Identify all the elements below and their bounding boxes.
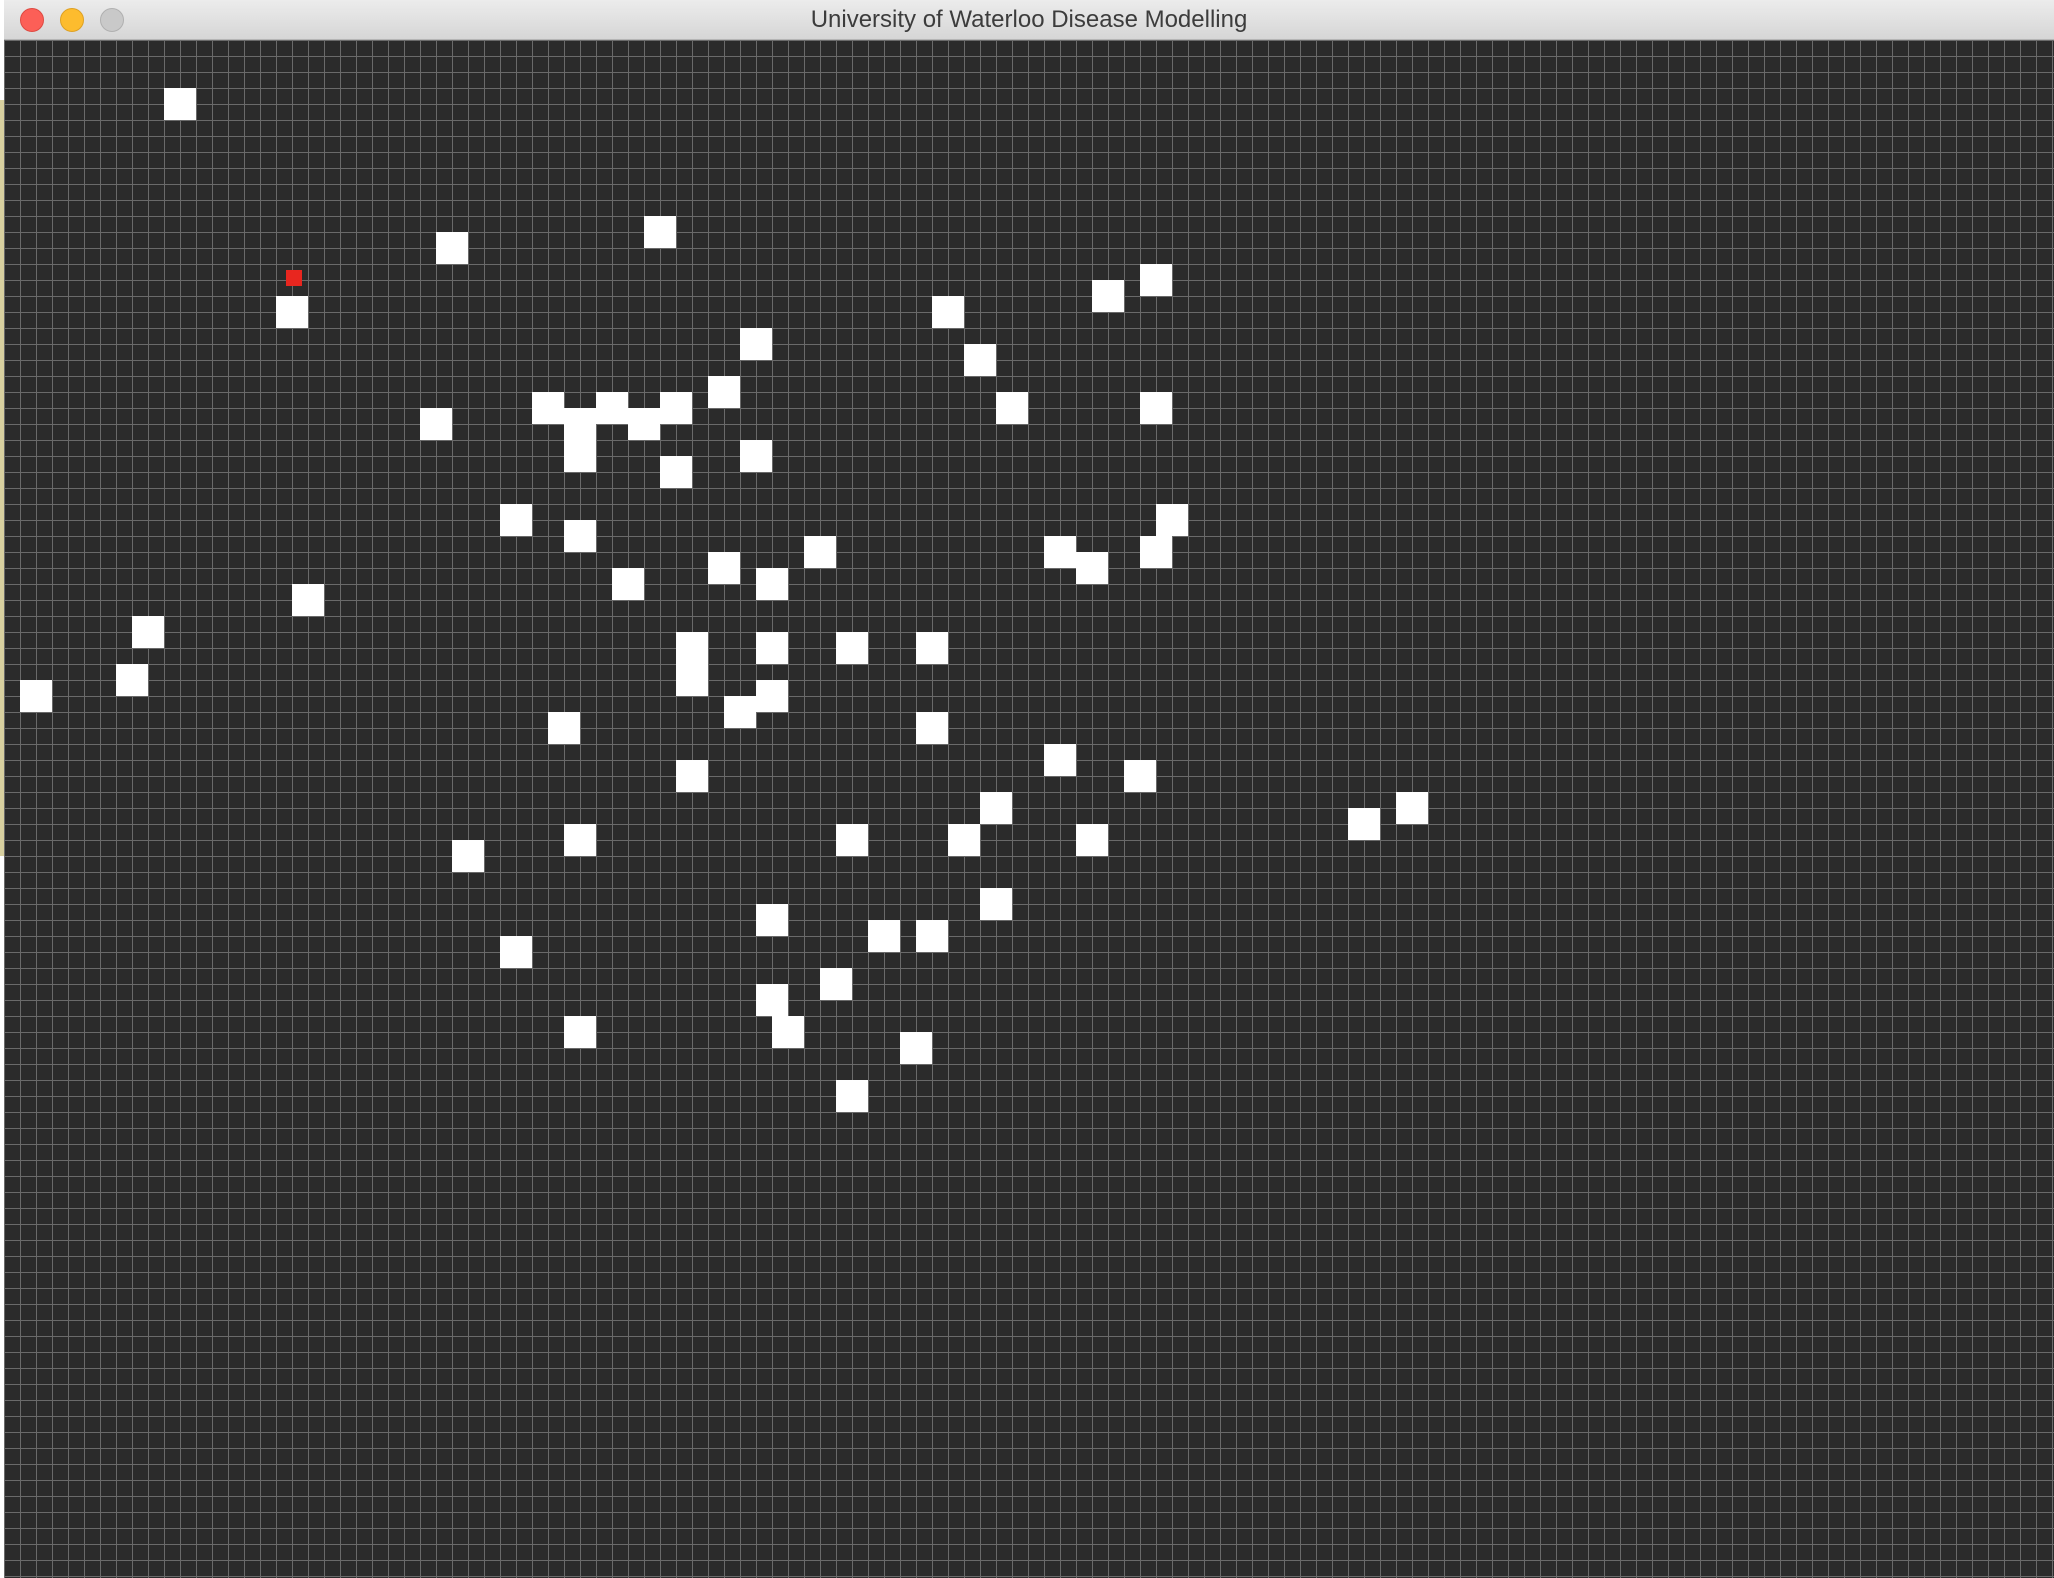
healthy-agent-cell <box>916 712 948 744</box>
healthy-agent-cell <box>660 392 692 424</box>
healthy-agent-cell <box>980 792 1012 824</box>
healthy-agent-cell <box>1124 760 1156 792</box>
healthy-agent-cell <box>756 632 788 664</box>
healthy-agent-cell <box>452 840 484 872</box>
healthy-agent-cell <box>548 712 580 744</box>
healthy-agent-cell <box>756 904 788 936</box>
healthy-agent-cell <box>932 296 964 328</box>
healthy-agent-cell <box>724 696 756 728</box>
healthy-agent-cell <box>1092 280 1124 312</box>
healthy-agent-cell <box>500 504 532 536</box>
healthy-agent-cell <box>644 216 676 248</box>
healthy-agent-cell <box>532 392 564 424</box>
healthy-agent-cell <box>756 568 788 600</box>
healthy-agent-cell <box>116 664 148 696</box>
healthy-agent-cell <box>612 568 644 600</box>
healthy-agent-cell <box>676 760 708 792</box>
healthy-agent-cell <box>916 920 948 952</box>
healthy-agent-cell <box>900 1032 932 1064</box>
healthy-agent-cell <box>740 440 772 472</box>
healthy-agent-cell <box>1348 808 1380 840</box>
healthy-agent-cell <box>500 936 532 968</box>
healthy-agent-cell <box>628 408 660 440</box>
healthy-agent-cell <box>564 1016 596 1048</box>
healthy-agent-cell <box>964 344 996 376</box>
healthy-agent-cell <box>980 888 1012 920</box>
healthy-agent-cell <box>276 296 308 328</box>
healthy-agent-cell <box>564 824 596 856</box>
healthy-agent-cell <box>132 616 164 648</box>
healthy-agent-cell <box>564 440 596 472</box>
infected-agent-cell <box>286 270 302 286</box>
healthy-agent-cell <box>868 920 900 952</box>
healthy-agent-cell <box>836 1080 868 1112</box>
healthy-agent-cell <box>164 88 196 120</box>
healthy-agent-cell <box>676 632 708 664</box>
healthy-agent-cell <box>420 408 452 440</box>
healthy-agent-cell <box>836 824 868 856</box>
healthy-agent-cell <box>740 328 772 360</box>
healthy-agent-cell <box>1396 792 1428 824</box>
healthy-agent-cell <box>820 968 852 1000</box>
healthy-agent-cell <box>1140 536 1172 568</box>
healthy-agent-cell <box>1156 504 1188 536</box>
healthy-agent-cell <box>948 824 980 856</box>
healthy-agent-cell <box>20 680 52 712</box>
window-title: University of Waterloo Disease Modelling <box>810 6 1248 33</box>
healthy-agent-cell <box>1140 264 1172 296</box>
healthy-agent-cell <box>676 664 708 696</box>
healthy-agent-cell <box>756 984 788 1016</box>
healthy-agent-cell <box>836 632 868 664</box>
healthy-agent-cell <box>564 408 596 440</box>
healthy-agent-cell <box>756 680 788 712</box>
healthy-agent-cell <box>564 520 596 552</box>
healthy-agent-cell <box>804 536 836 568</box>
healthy-agent-cell <box>660 456 692 488</box>
simulation-window: University of Waterloo Disease Modelling <box>4 0 2054 1578</box>
healthy-agent-cell <box>436 232 468 264</box>
simulation-grid[interactable] <box>4 40 2054 1578</box>
healthy-agent-cell <box>292 584 324 616</box>
title-bar[interactable]: University of Waterloo Disease Modelling <box>4 0 2054 40</box>
healthy-agent-cell <box>1076 824 1108 856</box>
healthy-agent-cell <box>596 392 628 424</box>
healthy-agent-cell <box>1044 744 1076 776</box>
healthy-agent-cell <box>708 552 740 584</box>
healthy-agent-cell <box>708 376 740 408</box>
healthy-agent-cell <box>1044 536 1076 568</box>
healthy-agent-cell <box>1076 552 1108 584</box>
healthy-agent-cell <box>772 1016 804 1048</box>
healthy-agent-cell <box>1140 392 1172 424</box>
healthy-agent-cell <box>916 632 948 664</box>
healthy-agent-cell <box>996 392 1028 424</box>
